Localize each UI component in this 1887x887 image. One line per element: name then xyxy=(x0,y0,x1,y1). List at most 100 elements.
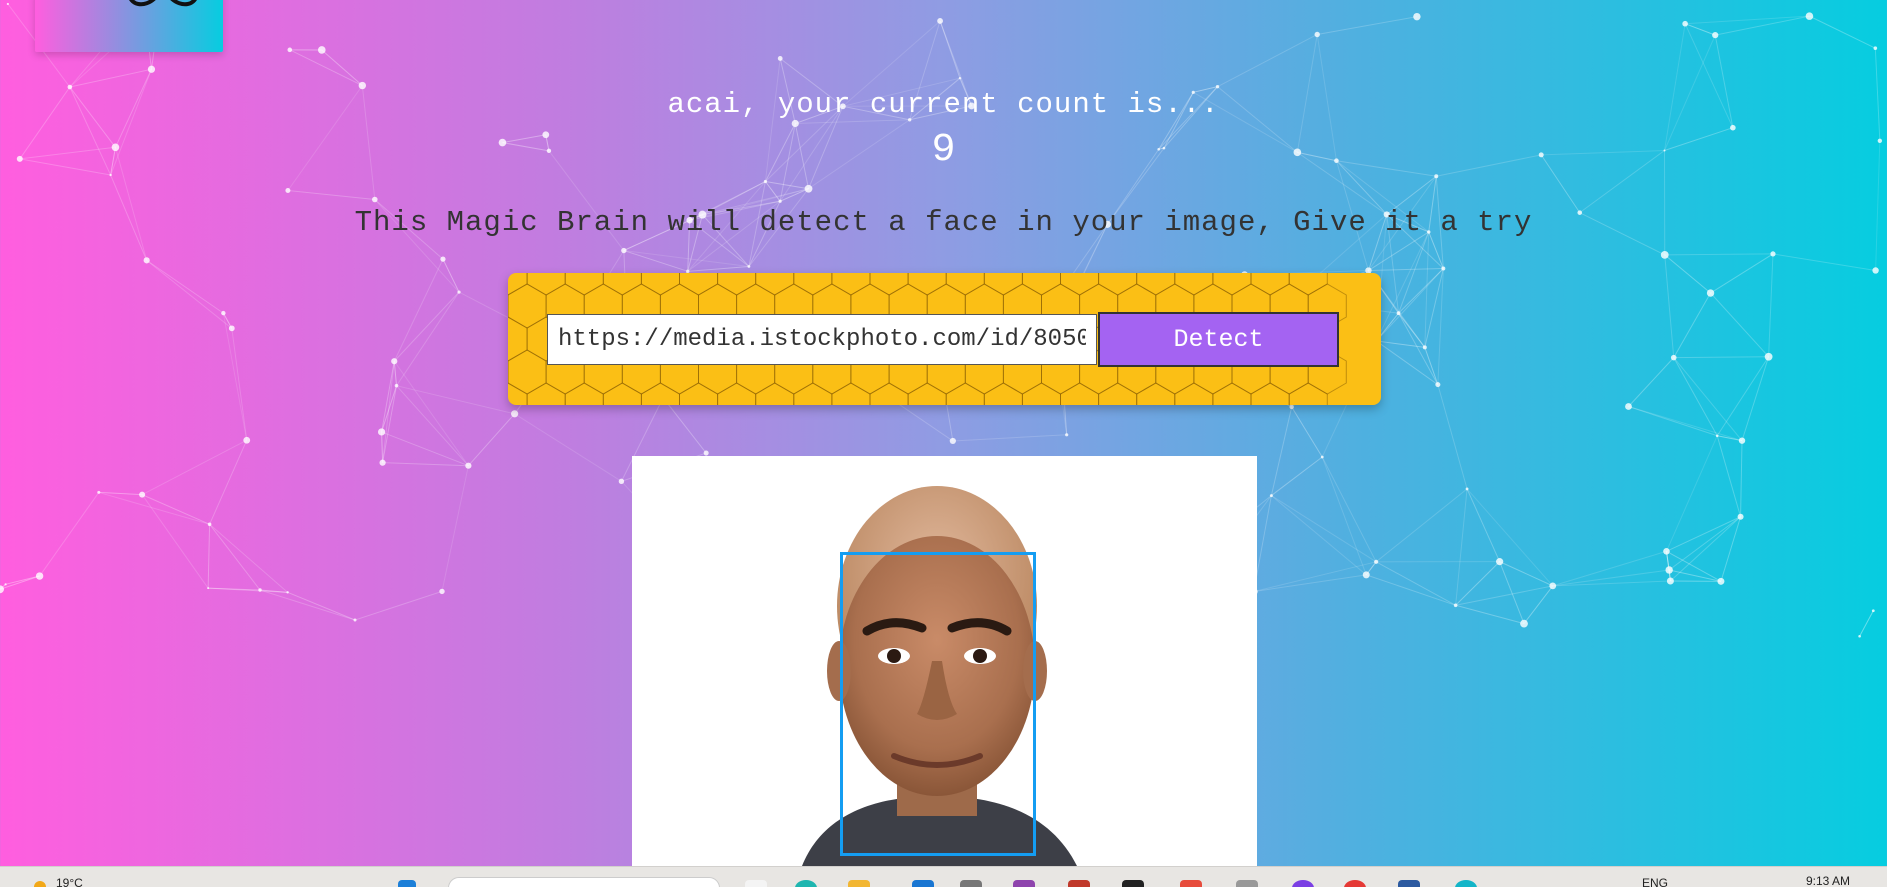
particle-dot xyxy=(1549,582,1556,589)
particle-dot xyxy=(1717,578,1724,585)
hex-cell xyxy=(508,284,546,328)
detect-button[interactable]: Detect xyxy=(1098,312,1339,367)
particle-link xyxy=(260,590,355,620)
particle-dot xyxy=(207,587,209,589)
hex-cell xyxy=(908,383,946,405)
hex-cell xyxy=(946,383,984,405)
particle-dot xyxy=(144,257,150,263)
particle-dot xyxy=(778,56,783,61)
particle-dot xyxy=(1872,267,1878,273)
particle-dot xyxy=(1434,174,1438,178)
particle-link xyxy=(1467,489,1553,586)
particle-dot xyxy=(1671,355,1677,361)
particle-link xyxy=(1368,269,1443,271)
particle-dot xyxy=(1661,251,1669,259)
particle-link xyxy=(397,386,515,414)
hex-cell xyxy=(1137,383,1175,405)
particle-link xyxy=(1674,358,1742,441)
particle-link xyxy=(142,440,247,494)
particle-dot xyxy=(1520,620,1528,628)
particle-dot xyxy=(457,290,460,293)
entry-count: 9 xyxy=(0,128,1887,173)
particle-link xyxy=(147,260,232,328)
particle-link xyxy=(1666,551,1670,581)
particle-link xyxy=(288,190,375,199)
particle-dot xyxy=(286,591,288,593)
particle-dot xyxy=(372,197,378,203)
particle-link xyxy=(1773,254,1876,271)
hex-cell xyxy=(603,273,641,295)
hex-cell xyxy=(508,350,546,394)
particle-dot xyxy=(1625,403,1632,410)
particle-dot xyxy=(229,325,235,331)
particle-dot xyxy=(748,265,751,268)
particle-link xyxy=(147,260,224,313)
hex-cell xyxy=(1022,273,1060,295)
particle-link xyxy=(397,386,469,466)
hex-cell xyxy=(1289,383,1327,405)
particle-dot xyxy=(285,188,290,193)
particle-dot xyxy=(1363,571,1370,578)
particle-dot xyxy=(1682,21,1688,27)
particle-dot xyxy=(318,46,326,54)
weather-sun-icon[interactable] xyxy=(34,881,46,887)
hex-cell xyxy=(1022,383,1060,405)
particle-link xyxy=(1254,575,1366,592)
hex-cell xyxy=(565,383,603,405)
particle-link xyxy=(290,50,363,86)
particle-link xyxy=(1317,17,1417,35)
particle-dot xyxy=(704,451,709,456)
hex-cell xyxy=(832,383,870,405)
particle-link xyxy=(382,361,395,432)
particle-link xyxy=(1742,357,1769,441)
particle-link xyxy=(1456,489,1467,605)
particle-dot xyxy=(465,463,471,469)
language-indicator[interactable]: ENG xyxy=(1642,876,1668,887)
particle-link xyxy=(383,463,469,466)
particle-dot xyxy=(1667,577,1674,584)
brain-logo-icon xyxy=(123,0,203,12)
image-url-input[interactable] xyxy=(547,314,1097,365)
particle-link xyxy=(1524,586,1553,624)
hex-cell xyxy=(680,273,718,295)
particle-link xyxy=(210,440,247,524)
particle-dot xyxy=(7,3,9,5)
particle-link xyxy=(6,576,40,584)
particle-dot xyxy=(619,479,624,484)
particle-dot xyxy=(959,77,961,79)
particle-dot xyxy=(1423,345,1427,349)
particle-link xyxy=(1399,313,1438,384)
particle-link xyxy=(1467,489,1500,562)
particle-dot xyxy=(1739,437,1745,443)
particle-link xyxy=(1553,551,1667,586)
hex-cell xyxy=(1289,273,1327,295)
particle-link xyxy=(1860,611,1874,637)
particle-link xyxy=(1456,586,1553,605)
hex-cell xyxy=(603,383,641,405)
hex-cell xyxy=(641,383,679,405)
particle-dot xyxy=(1770,251,1775,256)
particle-dot xyxy=(621,248,626,253)
clock[interactable]: 9:13 AM xyxy=(1806,874,1850,887)
particle-link xyxy=(1376,269,1443,341)
weather-temperature[interactable]: 19°C xyxy=(56,876,83,887)
particle-dot xyxy=(354,618,357,621)
particle-dot xyxy=(805,185,813,193)
particle-link xyxy=(1456,562,1500,606)
particle-dot xyxy=(1806,12,1814,20)
particle-dot xyxy=(1466,488,1469,491)
hex-cell xyxy=(1061,273,1099,295)
hex-cell xyxy=(1099,383,1137,405)
hex-cell xyxy=(946,273,984,295)
particle-dot xyxy=(1289,405,1293,409)
hex-cell xyxy=(527,273,565,295)
hex-cell xyxy=(1251,273,1289,295)
logo-tilt-card[interactable] xyxy=(35,0,223,52)
particle-dot xyxy=(378,428,385,435)
windows-taskbar: 19°C ENG 9:13 AM xyxy=(0,866,1887,887)
particle-link xyxy=(355,591,442,620)
particle-link xyxy=(1438,385,1467,489)
particle-dot xyxy=(1874,46,1878,50)
particle-link xyxy=(223,313,246,440)
particle-link xyxy=(1711,293,1769,357)
